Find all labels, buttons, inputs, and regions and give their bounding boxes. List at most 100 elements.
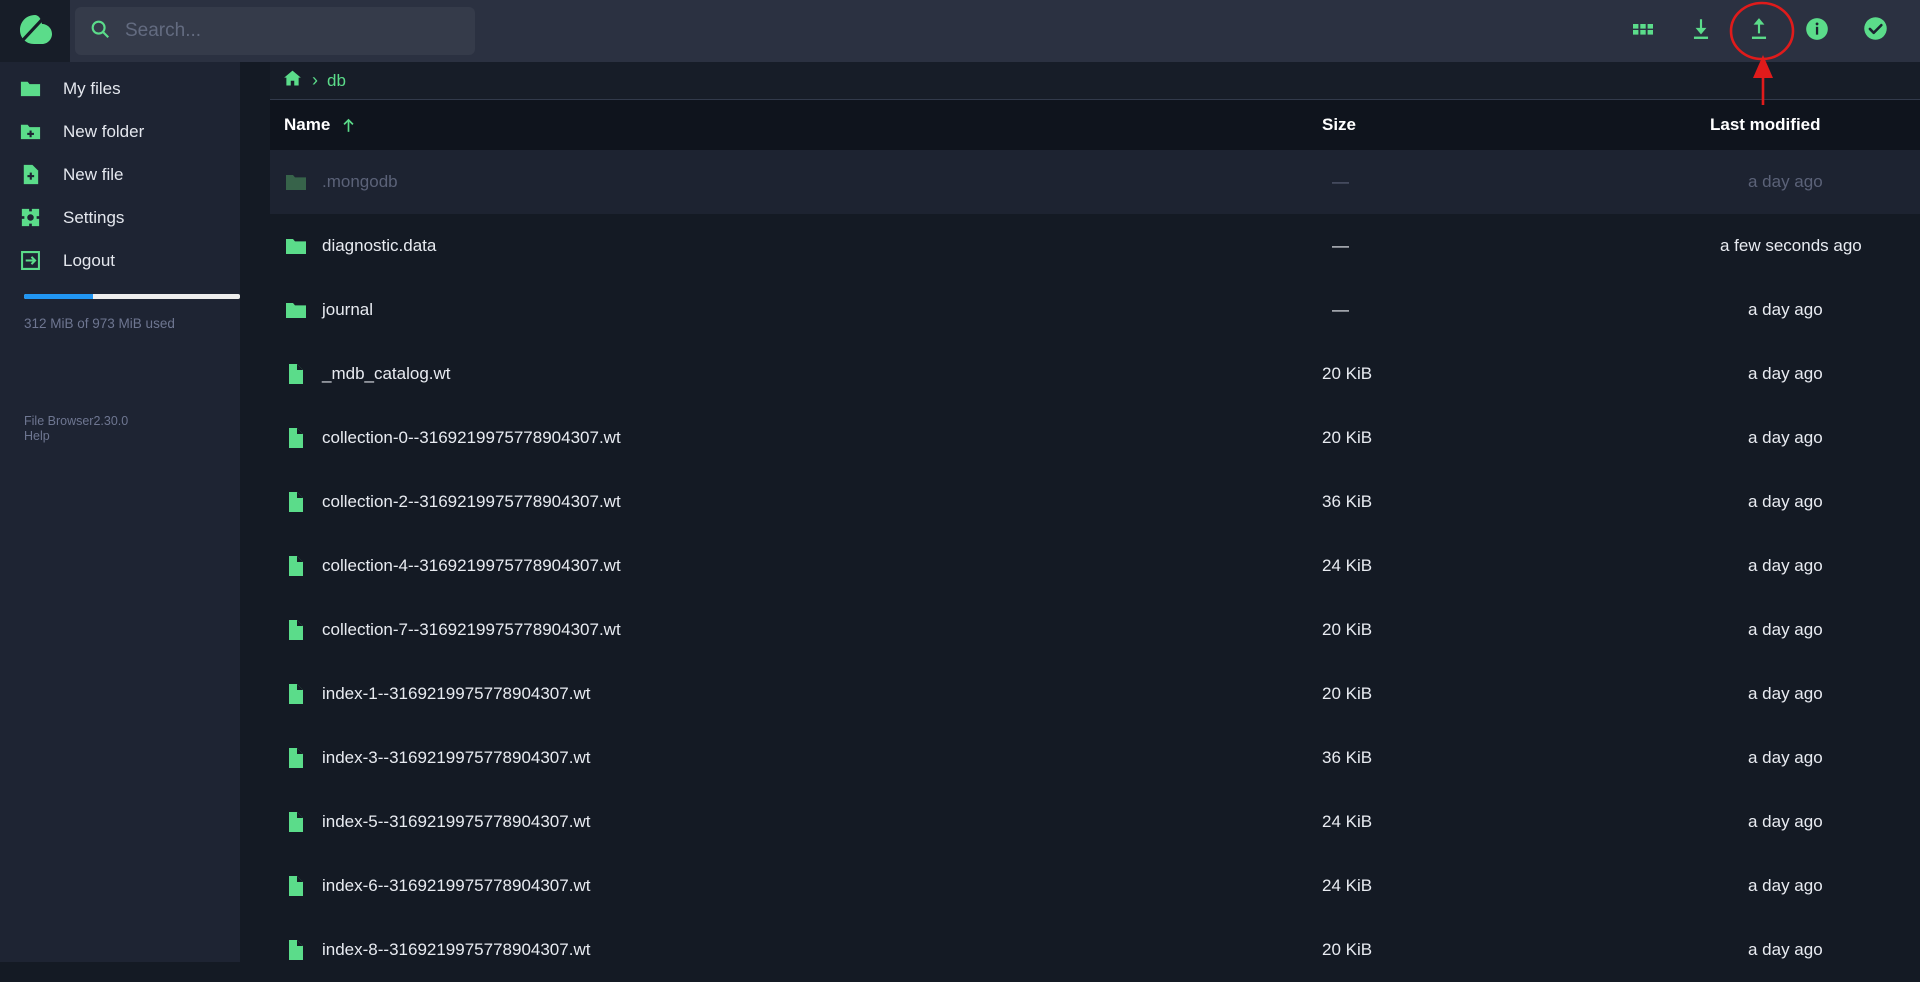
file-icon <box>282 554 310 578</box>
gear-icon <box>17 205 43 231</box>
table-row[interactable]: collection-4--3169219975778904307.wt 24 K… <box>270 534 1920 598</box>
file-icon <box>282 618 310 642</box>
column-header-name-label: Name <box>284 115 331 134</box>
column-header-size[interactable]: Size <box>1322 115 1356 135</box>
file-icon <box>282 426 310 450</box>
table-row[interactable]: collection-0--3169219975778904307.wt 20 K… <box>270 406 1920 470</box>
top-bar <box>0 0 1920 62</box>
file-size: 24 KiB <box>1322 812 1373 831</box>
table-row[interactable]: index-1--3169219975778904307.wt 20 KiB a d… <box>270 662 1920 726</box>
search-bar[interactable] <box>75 7 475 55</box>
folder-plus-icon <box>17 119 43 145</box>
app-version-label: File Browser2.30.0 <box>24 414 129 428</box>
storage-usage-label: 312 MiB of 973 MiB used <box>24 316 175 331</box>
sidebar-item-label: Logout <box>63 250 115 270</box>
table-row[interactable]: .mongodb — a day ago <box>270 150 1920 214</box>
file-name: collection-7--3169219975778904307.wt <box>322 620 621 639</box>
table-row[interactable]: journal — a day ago <box>270 278 1920 342</box>
file-name: collection-4--3169219975778904307.wt <box>322 556 621 575</box>
sidebar-item-logout[interactable]: Logout <box>0 239 240 282</box>
sidebar-item-settings[interactable]: Settings <box>0 196 240 239</box>
file-modified: a day ago <box>1748 364 1823 383</box>
file-name: _mdb_catalog.wt <box>322 364 451 383</box>
table-row[interactable]: index-3--3169219975778904307.wt 36 KiB a d… <box>270 726 1920 790</box>
table-header: Name Size Last modified <box>270 100 1920 150</box>
search-input[interactable] <box>125 20 455 42</box>
check-circle-icon <box>1862 15 1889 47</box>
file-size: 20 KiB <box>1322 620 1373 639</box>
file-size: 20 KiB <box>1322 364 1373 383</box>
info-button[interactable] <box>1798 12 1836 50</box>
file-size: 20 KiB <box>1322 684 1373 703</box>
search-icon <box>89 18 111 45</box>
sidebar-item-label: New folder <box>63 121 145 141</box>
file-size: 24 KiB <box>1322 876 1373 895</box>
file-name: .mongodb <box>322 172 398 191</box>
file-modified: a day ago <box>1748 620 1823 639</box>
file-name: diagnostic.data <box>322 236 437 255</box>
column-header-name[interactable]: Name <box>284 115 358 135</box>
file-name: index-3--3169219975778904307.wt <box>322 748 591 767</box>
file-modified: a day ago <box>1748 812 1823 831</box>
sidebar-item-label: Settings <box>63 207 125 227</box>
file-icon <box>282 810 310 834</box>
file-modified: a day ago <box>1748 300 1823 319</box>
select-multiple-button[interactable] <box>1856 12 1894 50</box>
toolbar-actions <box>1624 0 1894 62</box>
file-size: 20 KiB <box>1322 940 1373 959</box>
file-name: journal <box>322 300 374 319</box>
switch-view-button[interactable] <box>1624 12 1662 50</box>
file-icon <box>282 874 310 898</box>
file-plus-icon <box>17 162 43 188</box>
file-name: index-8--3169219975778904307.wt <box>322 940 591 959</box>
table-row[interactable]: collection-2--3169219975778904307.wt 36 K… <box>270 470 1920 534</box>
upload-button[interactable] <box>1740 12 1778 50</box>
file-size: 36 KiB <box>1322 492 1373 511</box>
app-footer: File Browser2.30.0 Help <box>24 414 128 444</box>
breadcrumb-item-db[interactable]: db <box>327 71 346 91</box>
file-modified: a day ago <box>1748 428 1823 447</box>
file-icon <box>282 490 310 514</box>
grid-view-icon <box>1631 17 1655 46</box>
upload-icon <box>1746 16 1772 47</box>
breadcrumb-separator: › <box>312 70 318 90</box>
table-row[interactable]: diagnostic.data — a few seconds ago <box>270 214 1920 278</box>
arrow-up-icon <box>339 116 358 135</box>
table-row[interactable]: index-6--3169219975778904307.wt 24 KiB a d… <box>270 854 1920 918</box>
file-modified: a day ago <box>1748 172 1823 191</box>
file-name: index-1--3169219975778904307.wt <box>322 684 591 703</box>
info-icon <box>1804 16 1830 47</box>
file-size: — <box>1332 172 1349 191</box>
table-row[interactable]: _mdb_catalog.wt 20 KiB a day ago <box>270 342 1920 406</box>
storage-progress-track <box>24 294 240 299</box>
file-icon <box>282 682 310 706</box>
breadcrumb: › db <box>270 62 1920 100</box>
sidebar-item-new-file[interactable]: New file <box>0 153 240 196</box>
logout-icon <box>17 248 43 274</box>
file-modified: a day ago <box>1748 684 1823 703</box>
file-size: — <box>1332 300 1349 319</box>
file-size: 20 KiB <box>1322 428 1373 447</box>
sidebar-item-new-folder[interactable]: New folder <box>0 110 240 153</box>
help-link[interactable]: Help <box>24 429 128 444</box>
table-row[interactable]: collection-7--3169219975778904307.wt 20 K… <box>270 598 1920 662</box>
file-name: collection-0--3169219975778904307.wt <box>322 428 621 447</box>
file-modified: a day ago <box>1748 556 1823 575</box>
folder-icon <box>282 298 310 322</box>
table-row[interactable]: index-5--3169219975778904307.wt 24 KiB a d… <box>270 790 1920 854</box>
file-name: collection-2--3169219975778904307.wt <box>322 492 621 511</box>
download-button[interactable] <box>1682 12 1720 50</box>
file-icon <box>282 746 310 770</box>
file-name: index-5--3169219975778904307.wt <box>322 812 591 831</box>
app-logo[interactable] <box>0 0 70 62</box>
download-icon <box>1688 16 1714 47</box>
sidebar-item-my-files[interactable]: My files <box>0 67 240 110</box>
column-header-modified[interactable]: Last modified <box>1710 115 1821 135</box>
sidebar-item-label: My files <box>63 78 121 98</box>
file-modified: a day ago <box>1748 492 1823 511</box>
file-modified: a few seconds ago <box>1720 236 1862 255</box>
file-list: .mongodb — a day ago diagnostic.data — a few … <box>270 150 1920 982</box>
table-row[interactable]: index-8--3169219975778904307.wt 20 KiB a d… <box>270 918 1920 982</box>
sidebar-item-label: New file <box>63 164 124 184</box>
home-icon[interactable] <box>282 68 303 94</box>
